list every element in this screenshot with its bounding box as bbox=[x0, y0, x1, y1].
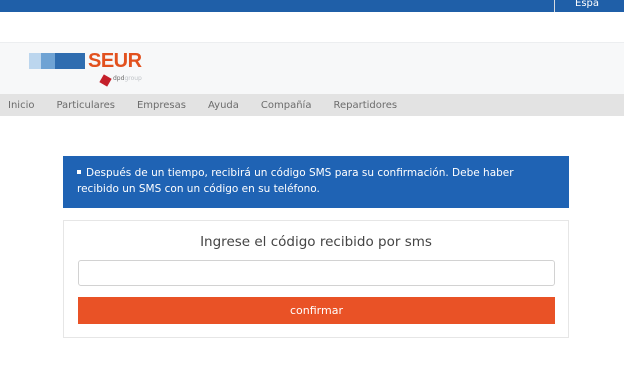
confirm-button[interactable]: confirmar bbox=[78, 297, 555, 324]
nav-item-compania[interactable]: Compañía bbox=[261, 100, 312, 111]
info-message: Después de un tiempo, recibirá un código… bbox=[77, 167, 514, 195]
logo-subtitle-prefix: dpd bbox=[113, 75, 125, 82]
bullet-icon bbox=[77, 170, 81, 174]
nav-item-particulares[interactable]: Particulares bbox=[56, 100, 115, 111]
top-spacer bbox=[0, 12, 624, 42]
language-selector[interactable]: Espa bbox=[554, 0, 624, 12]
form-title: Ingrese el código recibido por sms bbox=[200, 234, 432, 250]
logo-block-mid bbox=[41, 53, 55, 69]
dpd-cube-icon bbox=[99, 74, 112, 87]
logo-wordmark: SEUR bbox=[88, 50, 142, 72]
logo-subtitle-suffix: group bbox=[124, 75, 142, 82]
site-header: SEUR dpdgroup bbox=[0, 42, 624, 95]
sms-code-input[interactable] bbox=[78, 260, 555, 286]
nav-item-ayuda[interactable]: Ayuda bbox=[208, 100, 239, 111]
nav-item-inicio[interactable]: Inicio bbox=[8, 100, 34, 111]
nav-item-empresas[interactable]: Empresas bbox=[137, 100, 186, 111]
logo-block-light bbox=[29, 53, 41, 69]
logo-subtitle: dpdgroup bbox=[113, 75, 142, 82]
top-bar: Espa bbox=[0, 0, 624, 12]
nav-item-repartidores[interactable]: Repartidores bbox=[333, 100, 397, 111]
info-alert: Después de un tiempo, recibirá un código… bbox=[63, 156, 569, 208]
seur-logo[interactable]: SEUR dpdgroup bbox=[29, 50, 159, 92]
logo-block-dark bbox=[55, 53, 85, 69]
sms-code-form: Ingrese el código recibido por sms confi… bbox=[63, 220, 569, 338]
main-nav: Inicio Particulares Empresas Ayuda Compa… bbox=[0, 94, 624, 116]
